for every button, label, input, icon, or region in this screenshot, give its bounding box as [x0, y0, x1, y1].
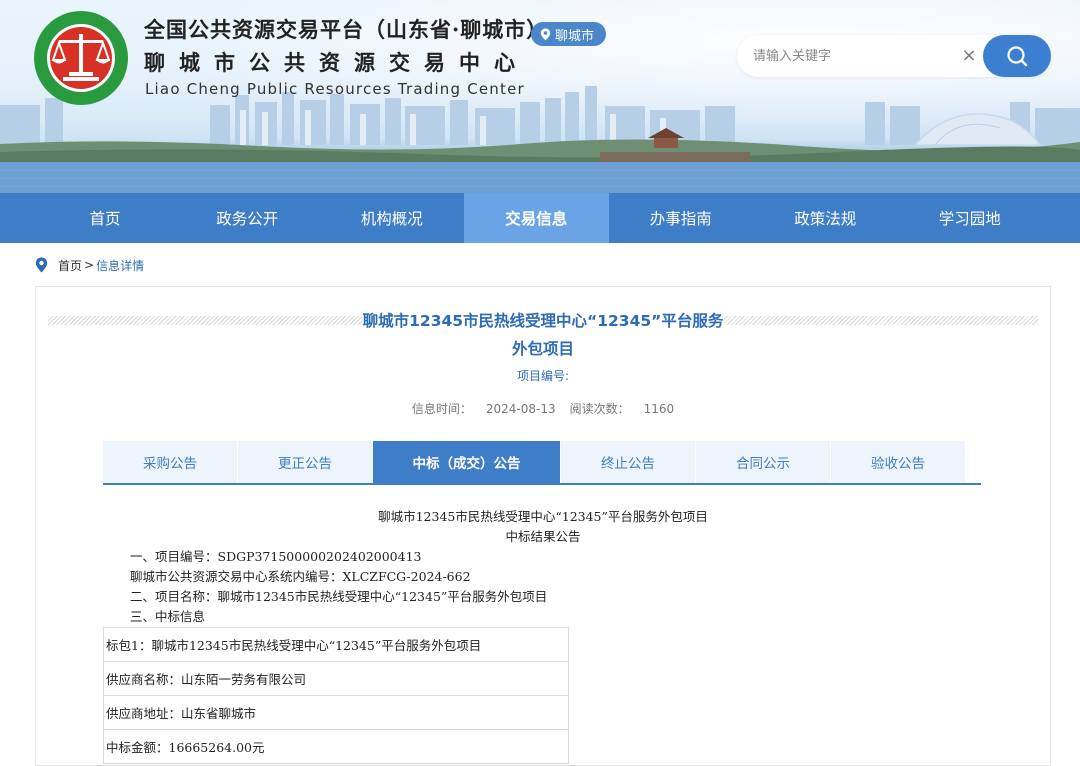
nav-item-guide[interactable]: 办事指南 — [609, 193, 754, 243]
nav-item-about[interactable]: 机构概况 — [320, 193, 465, 243]
nav-item-policy[interactable]: 政策法规 — [753, 193, 898, 243]
platform-title: 全国公共资源交易平台（山东省·聊城市） — [144, 17, 549, 42]
city-badge-label: 聊城市 — [555, 28, 595, 44]
table-row: 标包1：聊城市12345市民热线受理中心“12345”平台服务外包项目 — [103, 627, 569, 662]
award-info-table: 标包1：聊城市12345市民热线受理中心“12345”平台服务外包项目 供应商名… — [103, 627, 569, 764]
tab-contract-disclosure[interactable]: 合同公示 — [696, 441, 830, 483]
breadcrumb: 首页 > 信息详情 — [35, 256, 144, 274]
notice-tabs: 采购公告 更正公告 中标（成交）公告 终止公告 合同公示 验收公告 — [103, 441, 981, 485]
center-logo — [34, 11, 128, 105]
doc-subheading: 中标结果公告 — [505, 529, 581, 544]
table-row: 供应商地址：山东省聊城市 — [103, 695, 569, 730]
article-meta: 信息时间： 2024-08-13 阅读次数： 1160 — [36, 400, 1050, 417]
tab-award-notice[interactable]: 中标（成交）公告 — [373, 441, 560, 483]
header-banner: 全国公共资源交易平台（山东省·聊城市） 聊城市公共资源交易中心 Liao Che… — [0, 0, 1080, 193]
search-icon — [1007, 46, 1028, 67]
lot-cell: 标包1：聊城市12345市民热线受理中心“12345”平台服务外包项目 — [103, 627, 569, 662]
search-button[interactable] — [983, 35, 1051, 77]
breadcrumb-separator: > — [84, 258, 95, 272]
info-time-value: 2024-08-13 — [485, 402, 556, 416]
tab-procurement-notice[interactable]: 采购公告 — [103, 441, 237, 483]
clear-icon[interactable]: × — [959, 45, 979, 67]
breadcrumb-current: 信息详情 — [96, 258, 145, 273]
views-value: 1160 — [643, 402, 675, 416]
location-pin-icon — [35, 257, 48, 273]
article-title-line2: 外包项目 — [511, 340, 574, 358]
project-number-label: 项目编号: — [516, 369, 570, 383]
tab-termination-notice[interactable]: 终止公告 — [561, 441, 695, 483]
tab-acceptance-notice[interactable]: 验收公告 — [831, 441, 965, 483]
search-input[interactable] — [753, 45, 943, 67]
nav-item-trading-info[interactable]: 交易信息 — [464, 193, 609, 243]
nav-item-learning[interactable]: 学习园地 — [898, 193, 1043, 243]
center-name: 聊城市公共资源交易中心 — [144, 50, 529, 75]
doc-heading: 聊城市12345市民热线受理中心“12345”平台服务外包项目 — [378, 509, 708, 524]
views-label: 阅读次数： — [569, 402, 630, 416]
supplier-name-cell: 供应商名称：山东陌一劳务有限公司 — [103, 661, 569, 696]
award-amount-cell: 中标金额：16665264.00元 — [103, 729, 569, 764]
internal-number-line: 聊城市公共资源交易中心系统内编号：XLCZFCG-2024-662 — [130, 569, 471, 584]
table-row: 供应商名称：山东陌一劳务有限公司 — [103, 661, 569, 696]
main-nav: 首页 政务公开 机构概况 交易信息 办事指南 政策法规 学习园地 — [0, 193, 1080, 243]
location-pin-icon — [540, 28, 551, 40]
project-name-line: 二、项目名称：聊城市12345市民热线受理中心“12345”平台服务外包项目 — [130, 589, 548, 604]
supplier-address-cell: 供应商地址：山东省聊城市 — [103, 695, 569, 730]
article-title: 聊城市12345市民热线受理中心“12345”平台服务 外包项目 — [362, 307, 724, 363]
nav-item-home[interactable]: 首页 — [35, 193, 175, 243]
nav-item-gov-affairs[interactable]: 政务公开 — [175, 193, 320, 243]
tab-correction-notice[interactable]: 更正公告 — [238, 441, 372, 483]
table-row: 中标金额：16665264.00元 — [103, 729, 569, 764]
article-card: 聊城市12345市民热线受理中心“12345”平台服务 外包项目 项目编号: 信… — [35, 286, 1051, 766]
info-time-label: 信息时间： — [411, 402, 472, 416]
award-info-heading: 三、中标信息 — [130, 609, 206, 624]
city-switch-badge[interactable]: 聊城市 — [531, 22, 607, 46]
project-number-line: 一、项目编号：SDGP371500000202402000413 — [130, 549, 422, 564]
article-body: 聊城市12345市民热线受理中心“12345”平台服务外包项目 中标结果公告 一… — [36, 507, 1050, 624]
breadcrumb-home-link[interactable]: 首页 — [58, 257, 82, 274]
search-box: × — [737, 35, 1051, 77]
article-title-line1: 聊城市12345市民热线受理中心“12345”平台服务 — [362, 312, 724, 330]
center-name-en: Liao Cheng Public Resources Trading Cent… — [145, 80, 525, 98]
